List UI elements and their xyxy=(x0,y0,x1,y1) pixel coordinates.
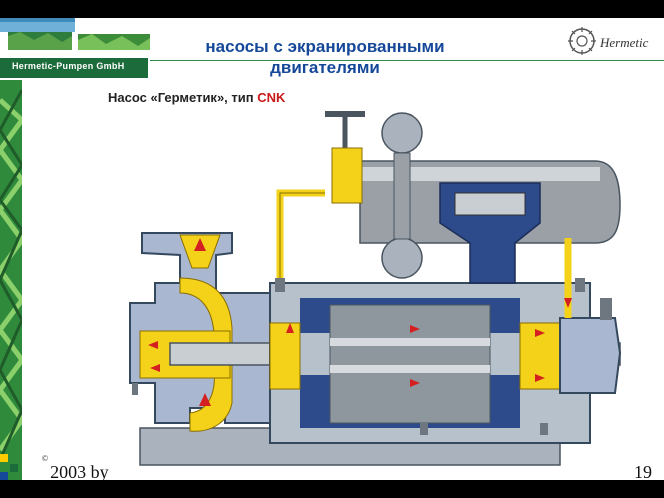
rotor-can xyxy=(329,304,491,424)
brand-name: Hermetic-Pumpen GmbH xyxy=(12,61,125,71)
valve-body xyxy=(331,147,363,204)
end-cap xyxy=(559,317,622,394)
left-decorative-column xyxy=(0,80,22,480)
rotor-can-highlight-lower xyxy=(330,365,490,373)
corner-squares xyxy=(0,454,18,480)
circulation-pipe-left-outline xyxy=(279,192,325,288)
pump-cross-section-diagram xyxy=(129,111,622,466)
logo-wordmark: Hermetic xyxy=(599,35,649,50)
flange-bottom xyxy=(381,237,423,279)
page-number: 19 xyxy=(634,462,652,480)
front-bearing xyxy=(269,322,301,390)
footer-copyright-text: 2003 by xyxy=(50,462,109,480)
terminals xyxy=(454,192,526,216)
hermetic-logo: Hermetic xyxy=(568,27,649,55)
footer-copyright: ©2003 by xyxy=(42,454,109,480)
rotor-can-highlight xyxy=(330,338,490,346)
flange-neck xyxy=(393,152,411,240)
copyright-symbol: © xyxy=(42,454,49,463)
slide-title: насосы с экранированными двигателями xyxy=(205,37,445,77)
circulation-pipe-left xyxy=(276,189,325,288)
flange-top xyxy=(381,112,423,154)
valve-handle xyxy=(325,111,365,117)
slide: Hermetic-Pumpen GmbH насосы с экранирова… xyxy=(0,18,664,480)
letterbox-top xyxy=(0,0,664,18)
letterbox-bottom xyxy=(0,480,664,498)
